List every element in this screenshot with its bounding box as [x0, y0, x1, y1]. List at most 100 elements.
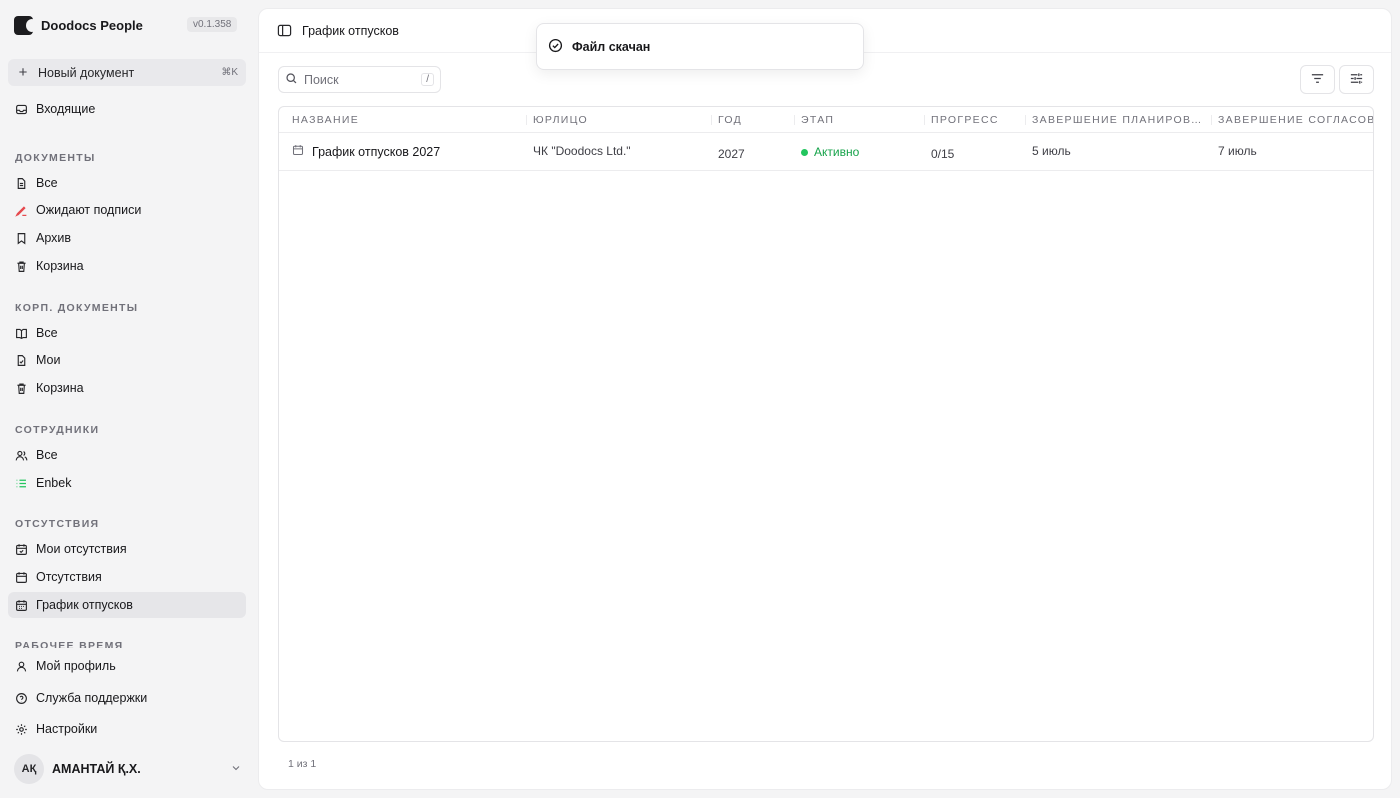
user-menu[interactable]: AҚ АМАНТАЙ Қ.Х. — [14, 754, 246, 784]
filter-button[interactable] — [1300, 65, 1335, 94]
column-header-entity[interactable]: ЮРЛИЦО — [533, 107, 703, 133]
column-header-stage[interactable]: ЭТАП — [801, 107, 916, 133]
trash-icon — [15, 260, 28, 273]
section-title-documents: ДОКУМЕНТЫ — [15, 152, 96, 164]
search-input[interactable] — [304, 72, 409, 87]
sidebar-item-label: Все — [36, 448, 58, 462]
sidebar-item-my-absences[interactable]: Мои отсутствия — [8, 536, 246, 562]
sidebar-toggle-icon[interactable] — [277, 23, 292, 38]
column-divider — [924, 115, 925, 125]
gear-icon — [15, 723, 28, 736]
app-logo-icon — [14, 16, 33, 35]
brand[interactable]: Doodocs People — [14, 16, 143, 35]
sidebar-item-pending-signature[interactable]: Ожидают подписи — [8, 197, 246, 223]
sidebar-item-label: Настройки — [36, 722, 98, 736]
sidebar-item-corp-all[interactable]: Все — [8, 320, 246, 346]
sidebar-item-label: Отсутствия — [36, 570, 102, 584]
sidebar-item-label: Служба поддержки — [36, 691, 148, 705]
column-header-planning-end[interactable]: ЗАВЕРШЕНИЕ ПЛАНИРОВАНИЯ — [1032, 107, 1202, 133]
cell-entity: ЧК "Doodocs Ltd." — [533, 144, 631, 158]
sidebar-item-archive[interactable]: Архив — [8, 225, 246, 251]
document-icon — [15, 177, 28, 190]
main-panel: График отпусков / НАЗВАНИЕ ЮРЛИЦО ГОД ЭТ… — [258, 8, 1392, 790]
section-title-absences: ОТСУТСТВИЯ — [15, 518, 100, 530]
sidebar-item-label: Enbek — [36, 476, 72, 490]
user-icon — [15, 660, 28, 673]
filter-lines-icon — [1310, 71, 1325, 89]
sidebar-item-label: Мои — [36, 353, 61, 367]
column-divider — [1211, 115, 1212, 125]
column-header-year[interactable]: ГОД — [718, 107, 788, 133]
book-open-icon — [15, 327, 28, 340]
inbox-icon — [15, 103, 28, 116]
table-row[interactable]: График отпусков 2027 ЧК "Doodocs Ltd." 2… — [279, 134, 1373, 171]
sidebar-item-vacation-schedule[interactable]: График отпусков — [8, 592, 246, 618]
sidebar-item-inbox[interactable]: Входящие — [8, 96, 246, 122]
section-title-corp-documents: КОРП. ДОКУМЕНТЫ — [15, 302, 139, 314]
avatar: AҚ — [14, 754, 44, 784]
section-title-employees: СОТРУДНИКИ — [15, 424, 100, 436]
calendar-days-icon — [15, 599, 28, 612]
column-header-approval-end[interactable]: ЗАВЕРШЕНИЕ СОГЛАСОВАНИЯ — [1218, 107, 1373, 133]
search-icon — [285, 72, 298, 88]
sidebar-item-label: Входящие — [36, 102, 96, 116]
sidebar: Doodocs People v0.1.358 + Новый документ… — [0, 0, 258, 798]
data-table: НАЗВАНИЕ ЮРЛИЦО ГОД ЭТАП ПРОГРЕСС ЗАВЕРШ… — [278, 106, 1374, 742]
column-divider — [526, 115, 527, 125]
sidebar-item-enbek[interactable]: Enbek — [8, 470, 246, 496]
sidebar-item-settings[interactable]: Настройки — [8, 716, 246, 742]
sidebar-item-support[interactable]: Служба поддержки — [8, 685, 246, 711]
column-settings-button[interactable] — [1339, 65, 1374, 94]
document-check-icon — [15, 354, 28, 367]
calendar-icon — [15, 543, 28, 556]
cell-progress: 0/15 — [931, 147, 955, 161]
sidebar-item-documents-trash[interactable]: Корзина — [8, 253, 246, 279]
cell-approval-end: 7 июль — [1218, 144, 1257, 158]
version-badge: v0.1.358 — [187, 17, 238, 32]
search-box[interactable]: / — [278, 66, 441, 93]
column-divider — [711, 115, 712, 125]
pagination-info: 1 из 1 — [288, 758, 317, 770]
sidebar-item-corp-trash[interactable]: Корзина — [8, 375, 246, 401]
cell-name[interactable]: График отпусков 2027 — [292, 134, 440, 171]
list-icon — [15, 477, 28, 490]
sidebar-item-label: Все — [36, 326, 58, 340]
help-circle-icon — [15, 692, 28, 705]
row-title: График отпусков 2027 — [312, 145, 441, 159]
signature-pen-icon — [15, 204, 28, 217]
trash-icon — [15, 382, 28, 395]
sidebar-item-corp-mine[interactable]: Мои — [8, 347, 246, 373]
sidebar-item-label: Корзина — [36, 381, 84, 395]
bookmark-icon — [15, 232, 28, 245]
search-shortcut: / — [421, 73, 434, 86]
check-circle-icon — [548, 38, 563, 56]
calendar-icon — [292, 134, 304, 171]
new-document-button[interactable]: + Новый документ ⌘K — [8, 59, 246, 86]
section-title-worktime: РАБОЧЕЕ ВРЕМЯ — [15, 640, 124, 648]
status-badge: Активно — [814, 145, 860, 159]
sidebar-item-label: Все — [36, 176, 58, 190]
users-icon — [15, 449, 28, 462]
sidebar-item-label: Ожидают подписи — [36, 203, 142, 217]
new-document-label: Новый документ — [38, 65, 135, 80]
sidebar-item-profile[interactable]: Мой профиль — [8, 653, 246, 679]
sidebar-item-documents-all[interactable]: Все — [8, 170, 246, 196]
plus-icon: + — [18, 64, 28, 81]
cell-planning-end: 5 июль — [1032, 144, 1071, 158]
column-divider — [1025, 115, 1026, 125]
sliders-icon — [1349, 71, 1364, 89]
status-dot — [801, 149, 808, 156]
column-header-progress[interactable]: ПРОГРЕСС — [931, 107, 1021, 133]
app-name: Doodocs People — [41, 18, 143, 33]
sidebar-item-label: Архив — [36, 231, 72, 245]
toast-notification: Файл скачан — [536, 23, 864, 70]
table-header: НАЗВАНИЕ ЮРЛИЦО ГОД ЭТАП ПРОГРЕСС ЗАВЕРШ… — [279, 107, 1373, 133]
user-name: АМАНТАЙ Қ.Х. — [52, 762, 141, 776]
sidebar-item-absences[interactable]: Отсутствия — [8, 564, 246, 590]
toast-message: Файл скачан — [572, 39, 651, 54]
sidebar-item-employees-all[interactable]: Все — [8, 442, 246, 468]
column-header-name[interactable]: НАЗВАНИЕ — [292, 107, 512, 133]
cell-stage: Активно — [801, 134, 859, 171]
column-divider — [794, 115, 795, 125]
cell-year: 2027 — [718, 147, 745, 161]
